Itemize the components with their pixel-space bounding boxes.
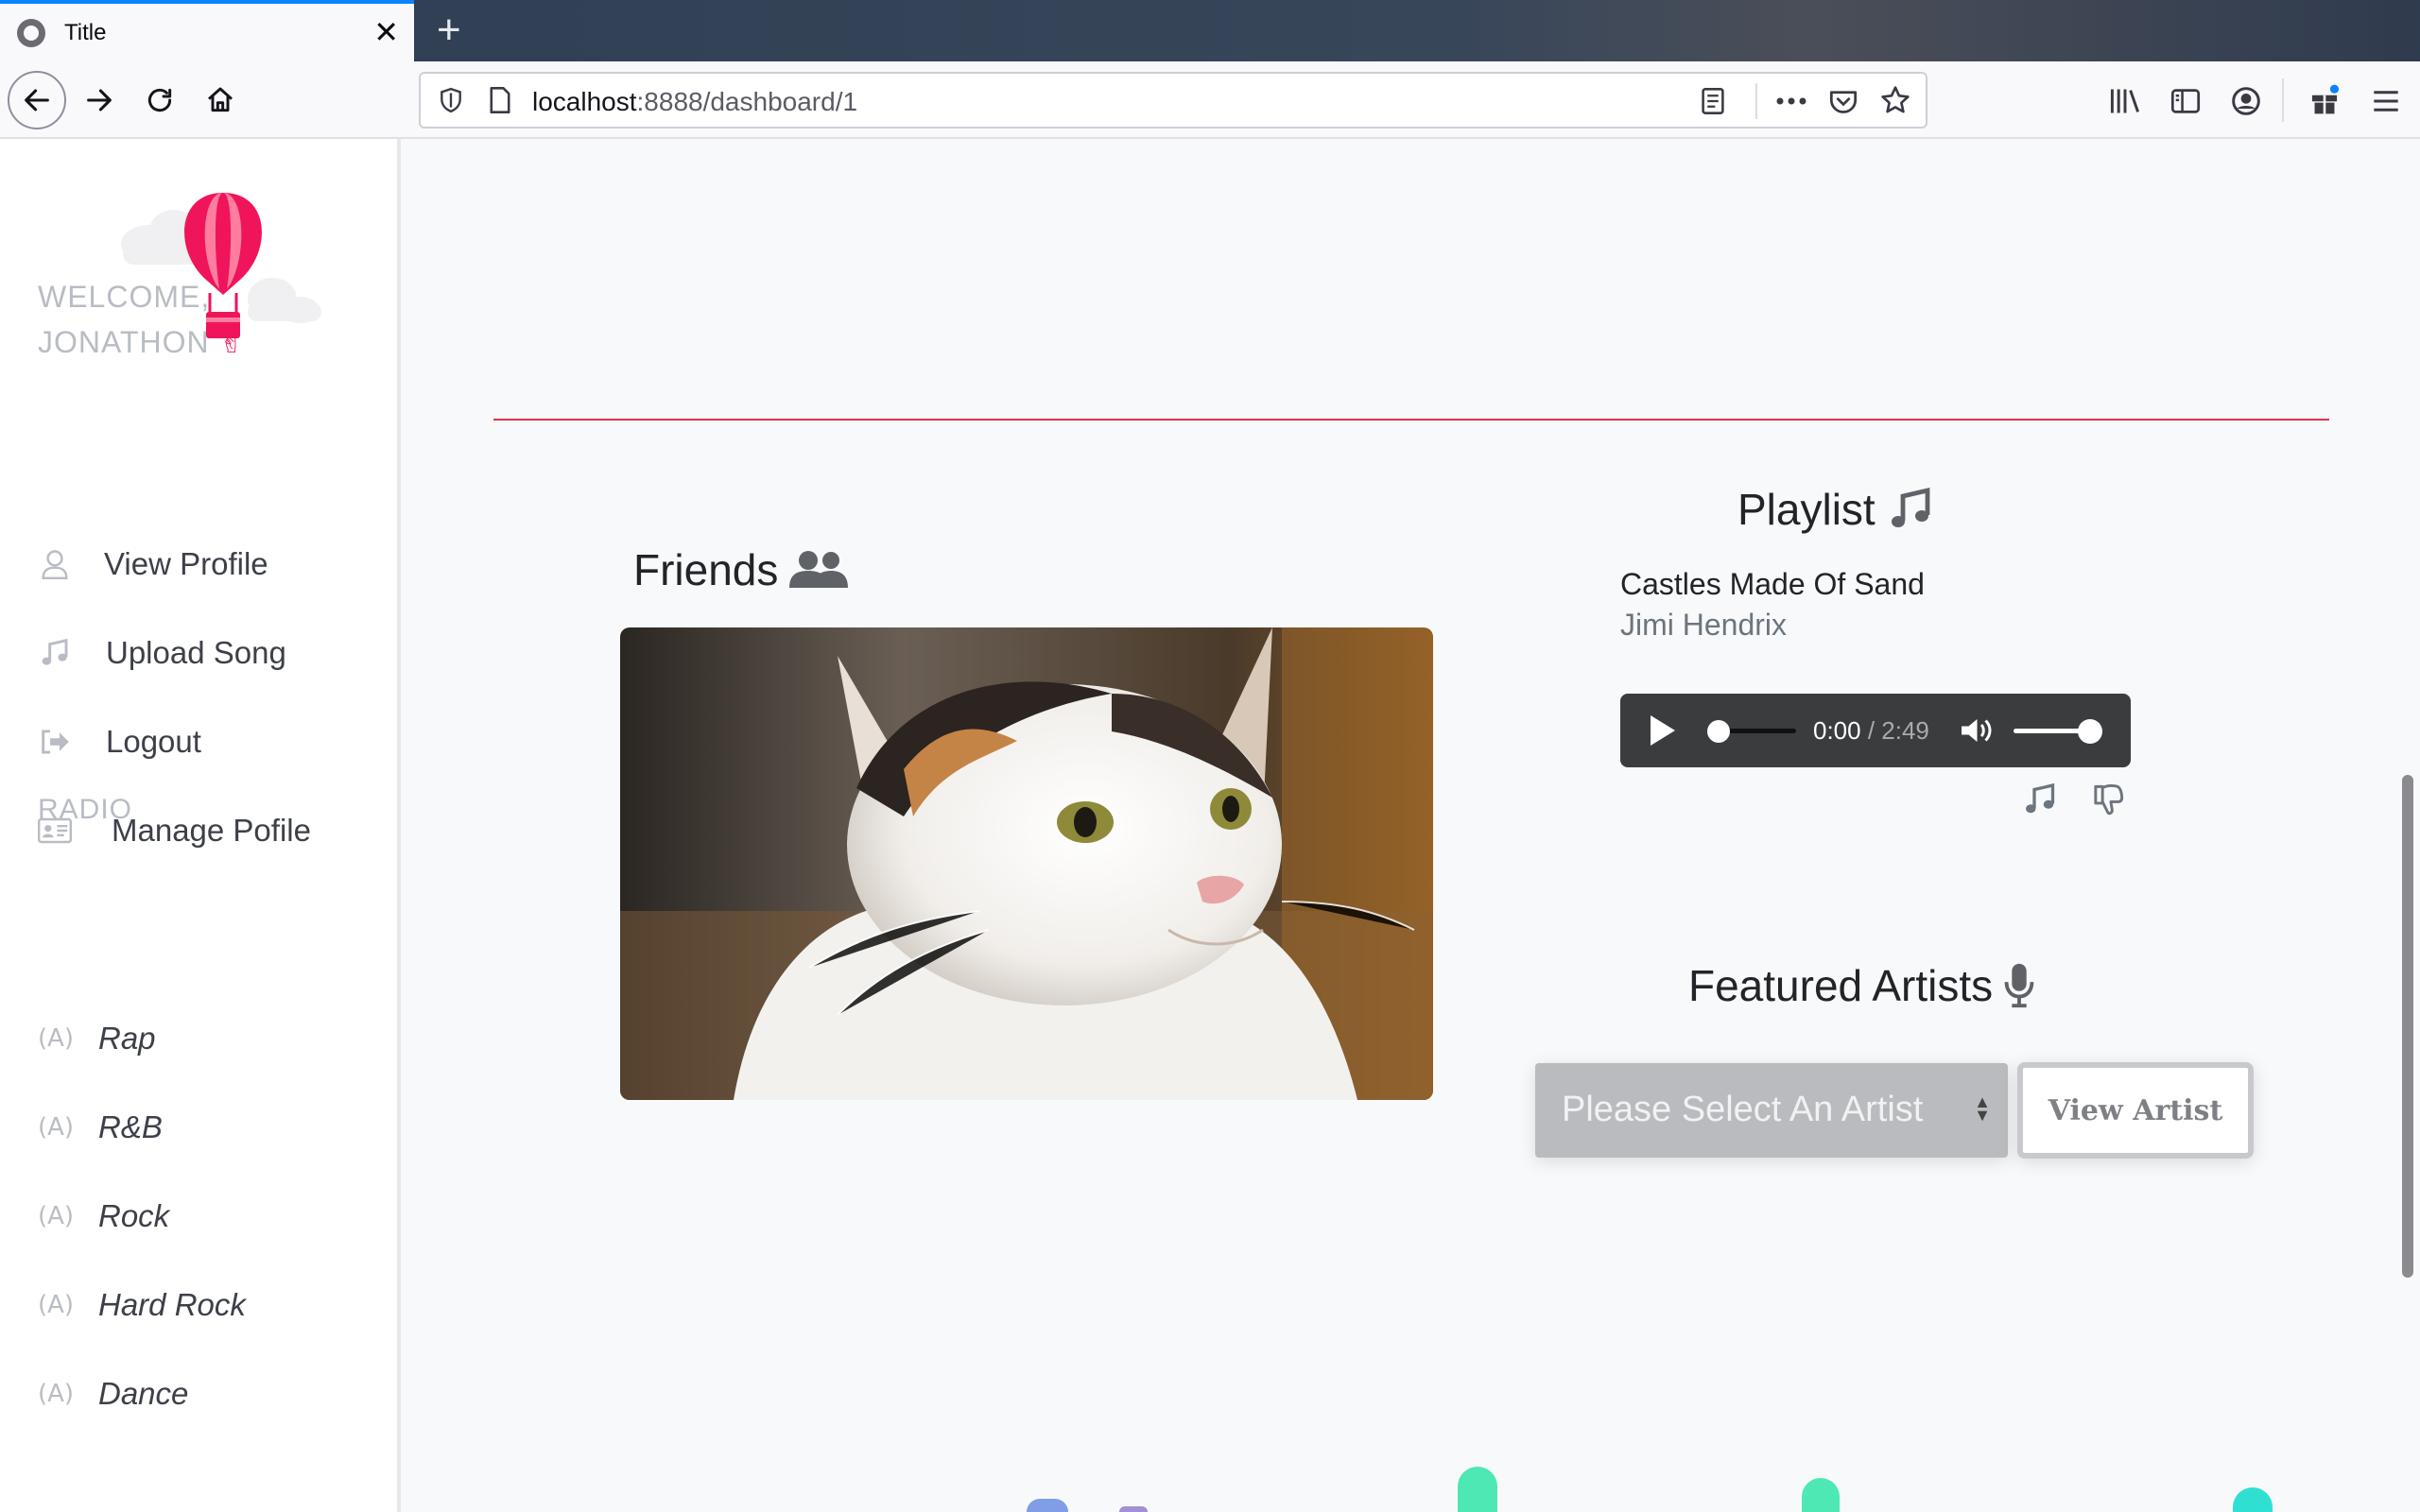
friends-heading-text: Friends	[633, 545, 779, 594]
hamburger-menu-icon[interactable]	[2367, 82, 2405, 120]
welcome-message: WELCOME, JONATHON ✌	[38, 274, 245, 365]
song-artist: Jimi Hendrix	[1620, 608, 1788, 642]
peace-hand-icon: ✌	[218, 324, 246, 360]
radio-station-label: R&B	[98, 1109, 163, 1144]
reader-view-icon[interactable]	[1697, 85, 1729, 117]
featured-artists-heading: Featured Artists	[1688, 960, 2036, 1011]
account-icon[interactable]	[2227, 82, 2265, 120]
page-scrollbar[interactable]	[2402, 775, 2413, 1278]
radio-station-label: Hard Rock	[98, 1287, 246, 1322]
new-tab-button[interactable]: +	[437, 9, 461, 51]
sidebar-item-label: Upload Song	[106, 635, 286, 670]
arrow-right-icon	[87, 89, 112, 112]
featured-artists-heading-text: Featured Artists	[1688, 961, 1994, 1010]
thumbs-down-icon[interactable]	[2091, 782, 2125, 823]
logout-icon	[38, 725, 72, 759]
home-icon	[208, 87, 233, 112]
toolbar-separator	[2282, 78, 2284, 122]
radio-heading: RADIO	[38, 794, 133, 825]
close-tab-icon[interactable]: ✕	[373, 17, 399, 47]
playlist-heading: Playlist	[1737, 484, 1934, 535]
url-bar-separator	[1755, 83, 1757, 119]
radio-station-rnb[interactable]: (A) R&B	[38, 1109, 163, 1145]
playlist-heading-text: Playlist	[1737, 485, 1876, 534]
decorative-blob	[2233, 1487, 2273, 1512]
welcome-username: JONATHON	[38, 325, 210, 359]
broadcast-icon: (A)	[38, 1113, 75, 1142]
page-icon	[485, 85, 515, 115]
radio-station-dance[interactable]: (A) Dance	[38, 1376, 188, 1412]
play-icon[interactable]	[1651, 715, 1675, 746]
home-button[interactable]	[191, 71, 250, 129]
reload-button[interactable]	[130, 71, 189, 129]
friend-photo[interactable]	[620, 627, 1433, 1100]
radio-station-label: Rap	[98, 1021, 156, 1056]
decorative-blob	[1802, 1478, 1840, 1512]
microphone-icon	[2004, 963, 2034, 1008]
sidebar-item-view-profile[interactable]: View Profile	[38, 546, 268, 582]
decorative-blob	[1458, 1467, 1497, 1512]
decorative-blob	[1027, 1499, 1068, 1512]
add-to-playlist-icon[interactable]	[2023, 782, 2057, 821]
radio-station-rap[interactable]: (A) Rap	[38, 1021, 156, 1057]
sidebar-item-logout[interactable]: Logout	[38, 724, 201, 760]
volume-icon[interactable]	[1959, 714, 1993, 751]
welcome-line-1: WELCOME,	[38, 280, 211, 314]
browser-toolbar: localhost:8888/dashboard/1	[0, 61, 2420, 139]
artist-select[interactable]: Please Select An Artist ▲ ▼	[1535, 1063, 2008, 1158]
gift-icon[interactable]	[2305, 80, 2344, 120]
library-icon[interactable]	[2106, 82, 2144, 120]
broadcast-icon: (A)	[38, 1380, 75, 1408]
sidebar-item-upload-song[interactable]: Upload Song	[38, 635, 286, 671]
bookmark-star-icon[interactable]	[1878, 83, 1912, 117]
playback-time: 0:00 / 2:49	[1813, 716, 1929, 745]
select-caret-icon: ▲ ▼	[1974, 1092, 1991, 1125]
audio-player[interactable]: 0:00 / 2:49	[1620, 694, 2131, 767]
sidebar-toggle-icon[interactable]	[2167, 82, 2204, 120]
music-note-icon	[38, 636, 72, 670]
arrow-left-icon	[25, 89, 49, 112]
section-divider	[493, 419, 2329, 421]
artist-select-placeholder: Please Select An Artist	[1562, 1090, 1924, 1129]
broadcast-icon: (A)	[38, 1291, 75, 1319]
friends-heading: Friends	[633, 544, 849, 595]
browser-tab[interactable]: Title ✕	[0, 0, 414, 61]
forward-button[interactable]	[70, 71, 129, 129]
broadcast-icon: (A)	[38, 1202, 75, 1230]
radio-station-label: Rock	[98, 1198, 170, 1233]
sidebar-item-label: Logout	[106, 724, 201, 759]
back-button[interactable]	[8, 71, 66, 129]
favicon-icon	[17, 18, 45, 47]
url-text[interactable]: localhost:8888/dashboard/1	[532, 87, 857, 117]
sidebar-item-label: Manage Pofile	[112, 813, 311, 848]
volume-handle[interactable]	[2078, 719, 2102, 744]
music-note-icon	[1891, 487, 1930, 527]
radio-station-hard-rock[interactable]: (A) Hard Rock	[38, 1287, 246, 1323]
browser-tab-strip: Title ✕ +	[0, 0, 2420, 61]
cat-image	[620, 627, 1433, 1100]
decorative-blob	[1119, 1506, 1148, 1512]
broadcast-icon: (A)	[38, 1024, 75, 1053]
url-bar[interactable]: localhost:8888/dashboard/1	[419, 72, 1927, 129]
seek-handle[interactable]	[1707, 720, 1730, 743]
song-title: Castles Made Of Sand	[1620, 567, 1925, 601]
sidebar-item-label: View Profile	[104, 546, 268, 581]
shield-icon[interactable]	[436, 85, 466, 115]
radio-station-rock[interactable]: (A) Rock	[38, 1198, 169, 1234]
tab-title: Title	[64, 19, 107, 45]
pocket-icon[interactable]	[1827, 85, 1859, 117]
users-icon	[789, 551, 849, 588]
more-actions-icon[interactable]	[1772, 85, 1810, 117]
user-icon	[38, 547, 72, 581]
reload-icon	[147, 88, 172, 112]
radio-station-label: Dance	[98, 1376, 189, 1411]
view-artist-button[interactable]: View Artist	[2017, 1062, 2254, 1159]
